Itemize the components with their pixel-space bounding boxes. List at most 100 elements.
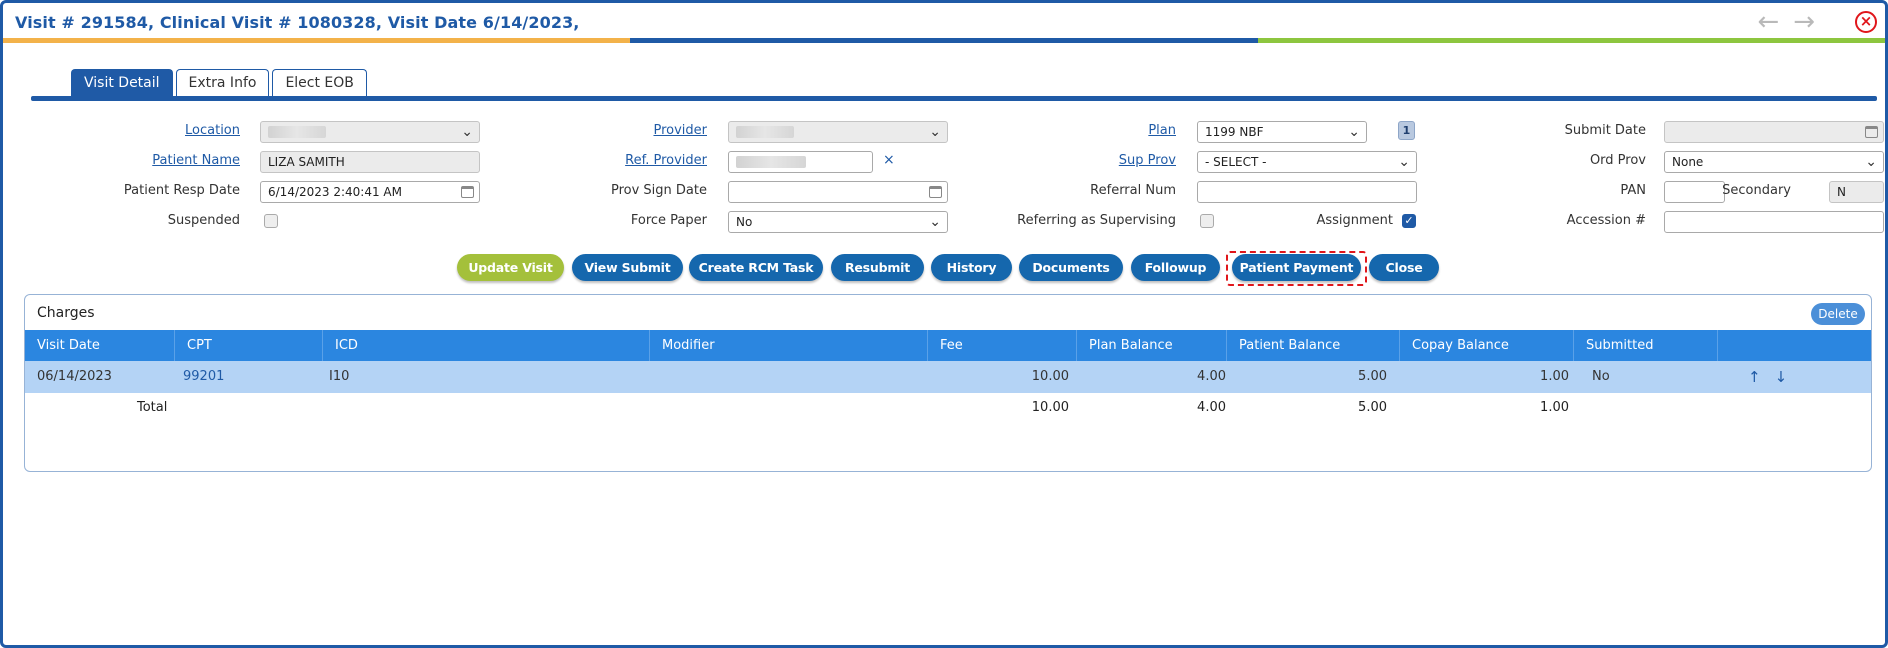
sup-prov-label[interactable]: Sup Prov	[1119, 150, 1176, 172]
checkmark-icon: ✓	[1404, 214, 1414, 227]
chevron-down-icon: ⌄	[929, 214, 941, 230]
resubmit-button[interactable]: Resubmit	[831, 254, 924, 281]
column-patient-balance[interactable]: Patient Balance	[1227, 330, 1400, 361]
visit-window: Visit # 291584, Clinical Visit # 1080328…	[0, 0, 1888, 648]
create-rcm-task-button[interactable]: Create RCM Task	[689, 254, 823, 281]
location-label[interactable]: Location	[185, 120, 240, 142]
calendar-icon[interactable]	[1865, 126, 1878, 138]
submit-date-label: Submit Date	[1564, 123, 1646, 138]
ref-provider-field[interactable]	[728, 151, 873, 173]
column-icd[interactable]: ICD	[323, 330, 650, 361]
pan-label: PAN	[1620, 183, 1646, 198]
close-button[interactable]: Close	[1369, 254, 1439, 281]
clear-x-icon[interactable]: ×	[883, 152, 895, 168]
cell-visit-date: 06/14/2023	[37, 369, 112, 384]
column-visit-date[interactable]: Visit Date	[25, 330, 175, 361]
total-fee: 10.00	[1031, 400, 1069, 415]
referral-num-label: Referral Num	[1090, 183, 1176, 198]
cell-cpt[interactable]: 99201	[183, 361, 224, 393]
assignment-checkbox[interactable]: ✓	[1402, 214, 1416, 228]
patient-resp-date-label: Patient Resp Date	[123, 183, 240, 198]
action-bar: Update Visit View Submit Create RCM Task…	[3, 254, 1885, 284]
prov-sign-date-field[interactable]	[728, 181, 948, 203]
cell-patient-balance: 5.00	[1358, 369, 1387, 384]
ref-provider-value	[736, 156, 806, 168]
documents-button[interactable]: Documents	[1019, 254, 1123, 281]
column-submitted[interactable]: Submitted	[1574, 330, 1718, 361]
column-fee[interactable]: Fee	[928, 330, 1077, 361]
submit-date-field[interactable]	[1664, 121, 1884, 143]
total-copay-balance: 1.00	[1540, 400, 1569, 415]
patient-resp-date-field[interactable]: 6/14/2023 2:40:41 AM	[260, 181, 480, 203]
ref-provider-label[interactable]: Ref. Provider	[625, 150, 707, 172]
suspended-checkbox[interactable]	[264, 214, 278, 228]
assignment-label: Assignment	[1316, 213, 1393, 228]
history-button[interactable]: History	[931, 254, 1012, 281]
secondary-field[interactable]: N	[1829, 181, 1884, 203]
chevron-down-icon: ⌄	[1398, 154, 1410, 170]
table-row[interactable]: 06/14/2023 99201 I10 10.00 4.00 5.00 1.0…	[25, 361, 1871, 393]
force-paper-select[interactable]: No ⌄	[728, 211, 948, 233]
sup-prov-select[interactable]: - SELECT - ⌄	[1197, 151, 1417, 173]
delete-button[interactable]: Delete	[1811, 303, 1865, 325]
patient-name-label[interactable]: Patient Name	[152, 150, 240, 172]
referring-as-supervising-label: Referring as Supervising	[1017, 213, 1176, 228]
total-patient-balance: 5.00	[1358, 400, 1387, 415]
referring-as-supervising-checkbox[interactable]	[1200, 214, 1214, 228]
column-copay-balance[interactable]: Copay Balance	[1400, 330, 1574, 361]
provider-label[interactable]: Provider	[653, 120, 707, 142]
tab-extra-info[interactable]: Extra Info	[175, 69, 270, 97]
location-value	[268, 126, 326, 138]
arrow-right-icon[interactable]: →	[1793, 7, 1815, 37]
location-select[interactable]: ⌄	[260, 121, 480, 143]
accession-field[interactable]	[1664, 211, 1884, 233]
referral-num-field[interactable]	[1197, 181, 1417, 203]
total-plan-balance: 4.00	[1197, 400, 1226, 415]
calendar-icon[interactable]	[929, 186, 942, 198]
patient-resp-date-value: 6/14/2023 2:40:41 AM	[268, 185, 402, 199]
update-visit-button[interactable]: Update Visit	[457, 254, 564, 281]
total-row: Total 10.00 4.00 5.00 1.00	[25, 393, 1871, 423]
tab-bar: Visit Detail Extra Info Elect EOB	[71, 69, 367, 97]
column-modifier[interactable]: Modifier	[650, 330, 928, 361]
column-actions	[1718, 330, 1871, 361]
charges-title: Charges	[37, 305, 95, 321]
sup-prov-value: - SELECT -	[1205, 155, 1267, 169]
close-circle-icon[interactable]: ×	[1855, 11, 1877, 33]
patient-name-field[interactable]: LIZA SAMITH	[260, 151, 480, 173]
window-titlebar: Visit # 291584, Clinical Visit # 1080328…	[3, 3, 1885, 41]
force-paper-label: Force Paper	[630, 213, 707, 228]
ord-prov-label: Ord Prov	[1589, 153, 1646, 168]
plan-select[interactable]: 1199 NBF ⌄	[1197, 121, 1367, 143]
chevron-down-icon: ⌄	[1865, 154, 1877, 170]
arrow-down-icon[interactable]: ↓	[1775, 368, 1788, 386]
total-label: Total	[137, 400, 168, 415]
chevron-down-icon: ⌄	[1348, 124, 1360, 140]
row-reorder: ↑ ↓	[1748, 361, 1801, 393]
cell-plan-balance: 4.00	[1197, 369, 1226, 384]
column-plan-balance[interactable]: Plan Balance	[1077, 330, 1227, 361]
chevron-down-icon: ⌄	[929, 124, 941, 140]
plan-label[interactable]: Plan	[1148, 120, 1176, 142]
record-navigation: ← →	[1757, 7, 1815, 37]
cell-submitted: No	[1592, 369, 1610, 384]
ord-prov-value: None	[1672, 155, 1704, 169]
pan-field[interactable]	[1664, 181, 1725, 203]
patient-payment-highlight	[1226, 251, 1367, 286]
suspended-label: Suspended	[167, 213, 240, 228]
view-submit-button[interactable]: View Submit	[572, 254, 683, 281]
tab-elect-eob[interactable]: Elect EOB	[272, 69, 367, 97]
column-cpt[interactable]: CPT	[175, 330, 323, 361]
calendar-icon[interactable]	[461, 186, 474, 198]
secondary-label: Secondary	[1722, 183, 1791, 198]
provider-select[interactable]: ⌄	[728, 121, 948, 143]
arrow-up-icon[interactable]: ↑	[1748, 368, 1761, 386]
ord-prov-select[interactable]: None ⌄	[1664, 151, 1884, 173]
prov-sign-date-label: Prov Sign Date	[610, 183, 707, 198]
followup-button[interactable]: Followup	[1131, 254, 1220, 281]
plan-count-badge[interactable]: 1	[1398, 121, 1415, 140]
arrow-left-icon[interactable]: ←	[1757, 7, 1779, 37]
tab-visit-detail[interactable]: Visit Detail	[71, 69, 173, 97]
chevron-down-icon: ⌄	[461, 124, 473, 140]
title-stripe	[3, 38, 1885, 43]
